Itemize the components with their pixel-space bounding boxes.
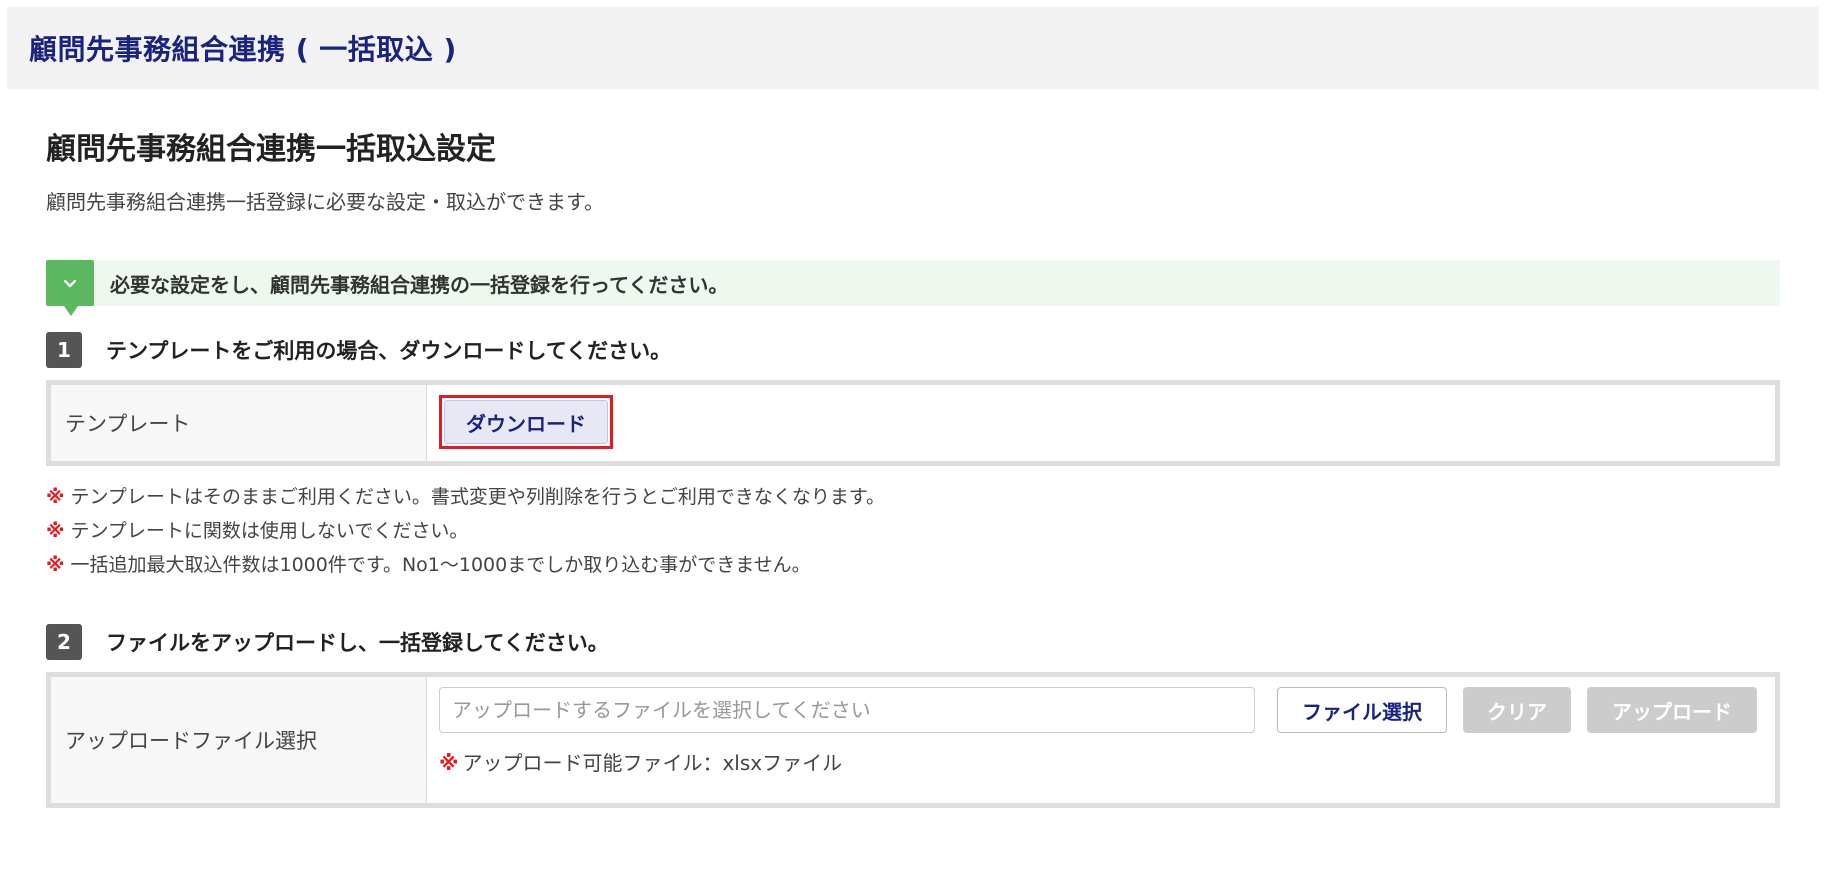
step-2-heading: 2 ファイルをアップロードし、一括登録してください。: [46, 624, 1780, 660]
main-content: 顧問先事務組合連携一括取込設定 顧問先事務組合連携一括登録に必要な設定・取込がで…: [46, 130, 1780, 808]
upload-note: ※ アップロード可能ファイル：xlsxファイル: [439, 747, 1763, 776]
step-2-number: 2: [46, 624, 82, 660]
upload-button[interactable]: アップロード: [1587, 687, 1757, 733]
file-path-input[interactable]: [439, 687, 1255, 733]
page-description: 顧問先事務組合連携一括登録に必要な設定・取込ができます。: [46, 190, 604, 214]
step-1-number: 1: [46, 332, 82, 368]
note-mark: ※: [46, 554, 65, 576]
upload-row: アップロードファイル選択 ファイル選択 クリア アップロード ※アップロード可能…: [46, 672, 1780, 808]
file-select-button[interactable]: ファイル選択: [1277, 687, 1447, 733]
page-title: 顧問先事務組合連携一括取込設定: [46, 132, 496, 167]
template-field: ダウンロード: [427, 385, 1775, 461]
note-item: ※ テンプレートに関数は使用しないでください。: [46, 514, 1780, 548]
download-highlight: ダウンロード: [439, 395, 613, 449]
upload-label: アップロードファイル選択: [51, 677, 427, 803]
step-1-heading: 1 テンプレートをご利用の場合、ダウンロードしてください。: [46, 332, 1780, 368]
note-text: 一括追加最大取込件数は1000件です。No1～1000までしか取り込む事ができま…: [70, 554, 811, 576]
note-text: テンプレートに関数は使用しないでください。: [70, 520, 469, 542]
template-notes: ※ テンプレートはそのままご利用ください。書式変更や列削除を行うとご利用できなくな…: [46, 480, 1780, 582]
note-item: ※ テンプレートはそのままご利用ください。書式変更や列削除を行うとご利用できなくな…: [46, 480, 1780, 514]
upload-controls: ファイル選択 クリア アップロード: [439, 687, 1763, 733]
step-1-text: テンプレートをご利用の場合、ダウンロードしてください。: [106, 339, 672, 363]
page-header-title: 顧問先事務組合連携 ( 一括取込 ): [29, 33, 457, 66]
clear-button[interactable]: クリア: [1463, 687, 1571, 733]
template-label: テンプレート: [51, 385, 427, 461]
chevron-down-icon: [46, 260, 94, 316]
download-button[interactable]: ダウンロード: [444, 400, 608, 444]
note-item: ※ 一括追加最大取込件数は1000件です。No1～1000までしか取り込む事ができ…: [46, 548, 1780, 582]
note-mark: ※: [439, 751, 459, 775]
guide-banner: 必要な設定をし、顧問先事務組合連携の一括登録を行ってください。: [46, 260, 1780, 316]
step-2-text: ファイルをアップロードし、一括登録してください。: [106, 631, 609, 655]
upload-field: ファイル選択 クリア アップロード ※アップロード可能ファイル：xlsxファイル: [427, 677, 1775, 803]
note-text: テンプレートはそのままご利用ください。書式変更や列削除を行うとご利用できなくなり…: [70, 486, 886, 508]
upload-note-text: アップロード可能ファイル：xlsxファイル: [462, 751, 843, 775]
guide-text: 必要な設定をし、顧問先事務組合連携の一括登録を行ってください。: [110, 272, 729, 297]
note-mark: ※: [46, 486, 65, 508]
note-mark: ※: [46, 520, 65, 542]
page-header: 顧問先事務組合連携 ( 一括取込 ): [7, 7, 1819, 89]
template-row: テンプレート ダウンロード: [46, 380, 1780, 466]
